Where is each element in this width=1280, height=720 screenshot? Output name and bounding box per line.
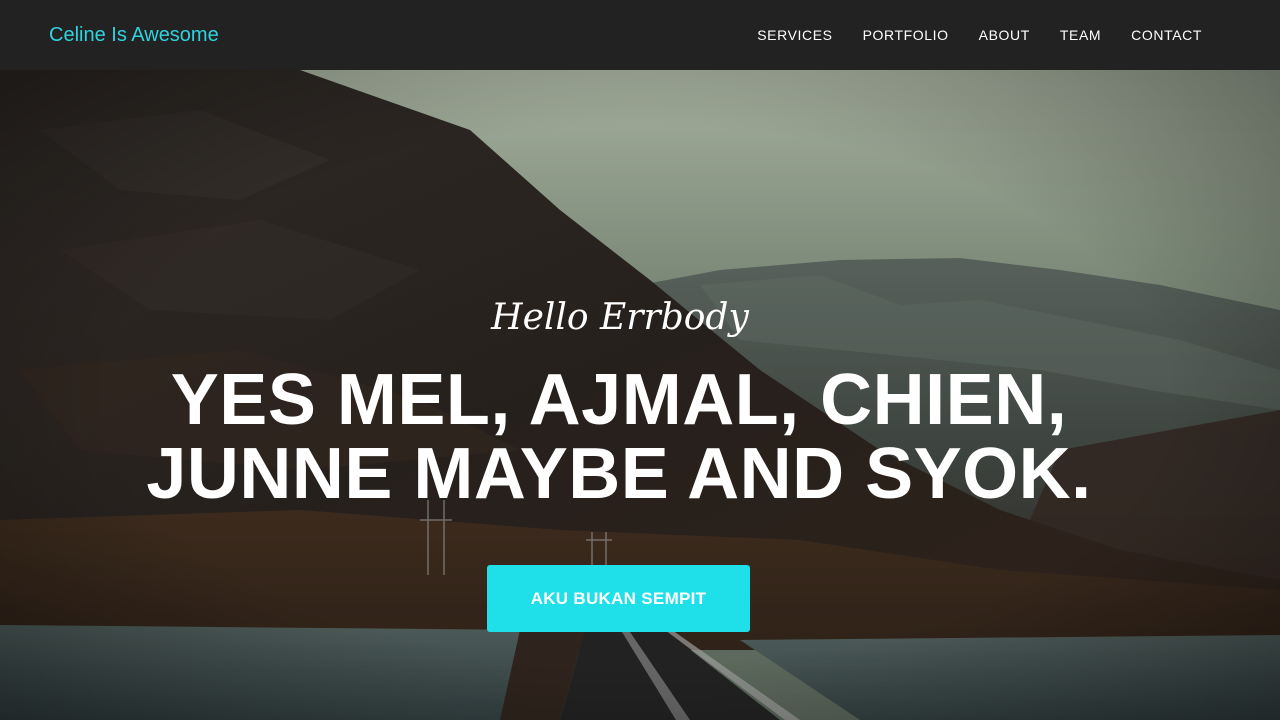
navbar: Celine Is Awesome SERVICES PORTFOLIO ABO… [0, 0, 1280, 70]
hero-subheading: Hello Errbody [491, 297, 749, 338]
nav-link-contact[interactable]: CONTACT [1131, 26, 1202, 44]
nav-link-about[interactable]: ABOUT [979, 26, 1030, 44]
hero-heading-line-2: JUNNE MAYBE AND SYOK. [146, 434, 1092, 514]
cta-button[interactable]: AKU BUKAN SEMPIT [487, 565, 750, 632]
brand-logo-link[interactable]: Celine Is Awesome [49, 22, 219, 48]
hero-section: Hello Errbody YES MEL, AJMAL, CHIEN, JUN… [0, 70, 1280, 720]
nav-link-services[interactable]: SERVICES [757, 26, 832, 44]
nav-links: SERVICES PORTFOLIO ABOUT TEAM CONTACT [727, 26, 1202, 44]
hero-heading-line-1: YES MEL, AJMAL, CHIEN, [170, 360, 1068, 440]
hero-heading: YES MEL, AJMAL, CHIEN, JUNNE MAYBE AND S… [0, 363, 1238, 511]
nav-link-portfolio[interactable]: PORTFOLIO [863, 26, 949, 44]
nav-link-team[interactable]: TEAM [1060, 26, 1101, 44]
hero-content: Hello Errbody YES MEL, AJMAL, CHIEN, JUN… [0, 70, 1280, 720]
